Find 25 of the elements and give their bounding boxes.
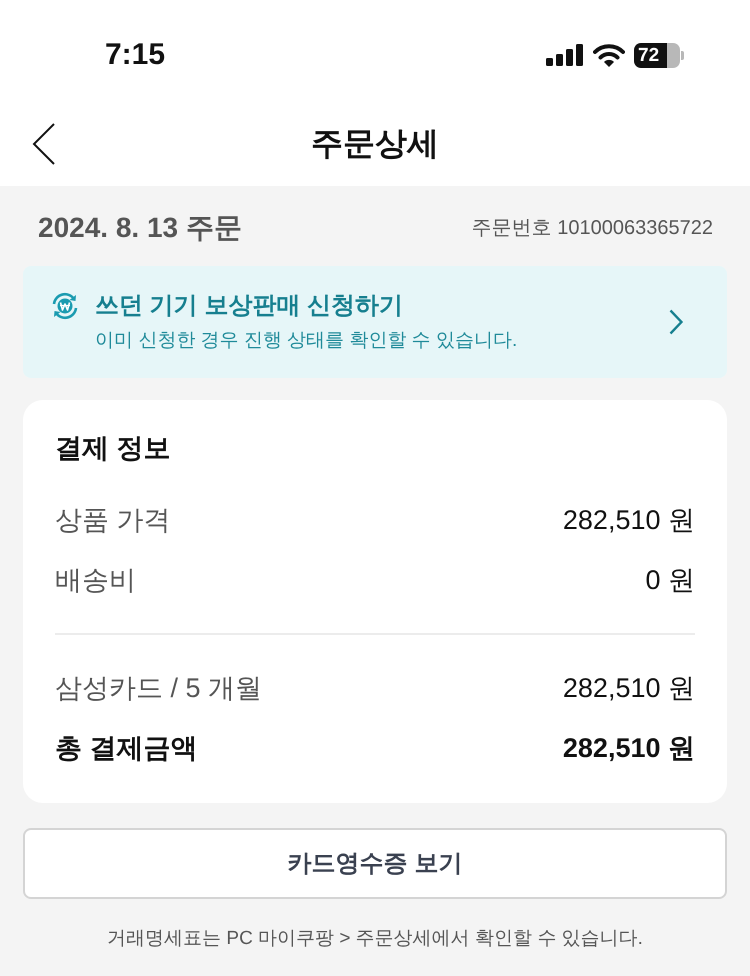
currency-exchange-icon [50,291,80,321]
payment-title: 결제 정보 [55,432,171,465]
back-icon[interactable] [32,123,56,165]
statement-note: 거래명세표는 PC 마이쿠팡 > 주문상세에서 확인할 수 있습니다. [107,927,643,951]
payment-label: 배송비 [55,566,136,594]
order-date: 2024. 8. 13 주문 [38,214,242,242]
trade-in-title: 쓰던 기기 보상판매 신청하기 [95,291,404,321]
order-number: 10100063365722 [557,218,713,238]
payment-label: 삼성카드 / 5 개월 [55,674,262,702]
wifi-icon [593,44,625,66]
payment-amount: 0 원 [645,566,695,594]
trade-in-subtitle: 이미 신청한 경우 진행 상태를 확인할 수 있습니다. [95,329,518,353]
status-time: 7:15 [105,37,166,70]
payment-amount: 282,510 원 [562,734,695,762]
order-number-label: 주문번호 [471,218,552,238]
signal-icon [546,44,584,66]
card-receipt-button[interactable]: 카드영수증 보기 [23,828,727,899]
payment-amount: 282,510 원 [562,674,695,702]
payment-label: 상품 가격 [55,506,171,534]
page-title: 주문상세 [311,127,439,159]
chevron-right-icon [669,309,683,335]
payment-amount: 282,510 원 [562,506,695,534]
trade-in-banner[interactable]: 쓰던 기기 보상판매 신청하기 이미 신청한 경우 진행 상태를 확인할 수 있습니다. [23,266,727,378]
payment-label: 총 결제금액 [55,734,198,762]
battery-percentage: 72 [638,46,660,64]
